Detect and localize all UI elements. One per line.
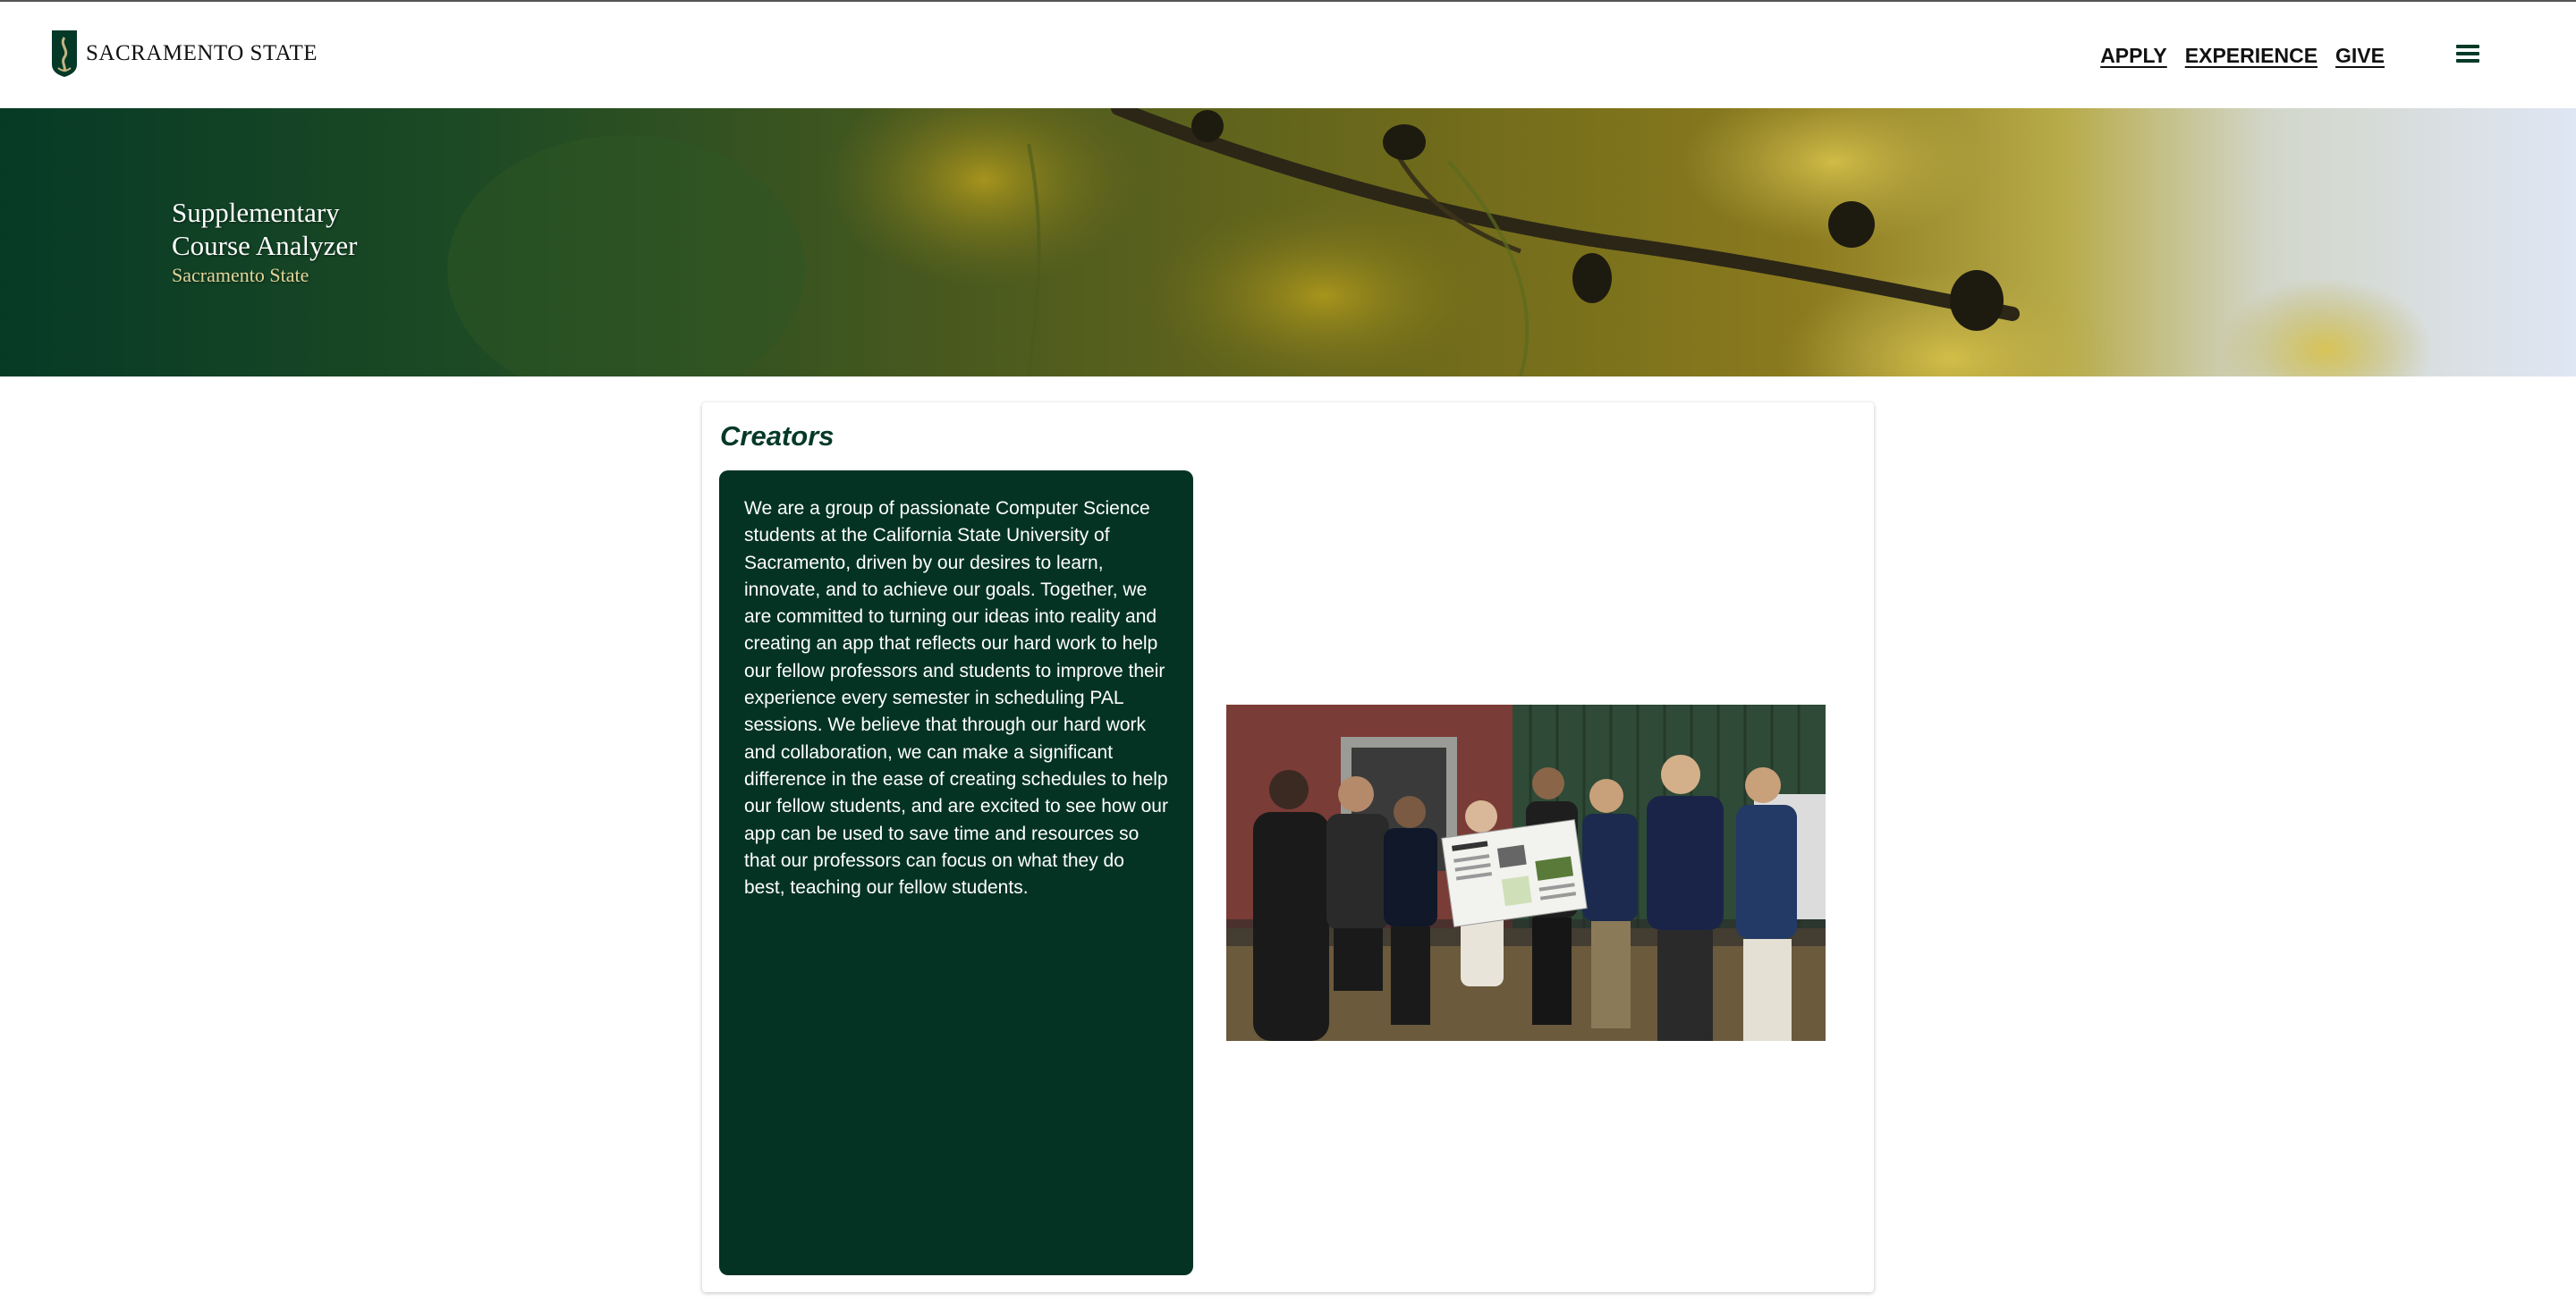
- sacramento-state-logo[interactable]: SACRAMENTO STATE: [50, 29, 318, 79]
- page-title: Supplementary Course Analyzer: [172, 197, 358, 261]
- hero-text: Supplementary Course Analyzer Sacramento…: [172, 196, 404, 287]
- hero-banner: Supplementary Course Analyzer Sacramento…: [0, 108, 2576, 376]
- creators-card: Creators We are a group of passionate Co…: [702, 402, 1874, 1292]
- team-photo: [1226, 705, 1826, 1041]
- top-nav: APPLY EXPERIENCE GIVE: [2100, 39, 2385, 72]
- page-subtitle: Sacramento State: [172, 264, 309, 286]
- team-photo-image: [1226, 705, 1826, 1041]
- nav-apply-link[interactable]: APPLY: [2100, 44, 2167, 68]
- logo-wordmark: SACRAMENTO STATE: [86, 41, 318, 65]
- site-header: SACRAMENTO STATE APPLY EXPERIENCE GIVE: [0, 2, 2576, 108]
- hornet-shield-icon: [52, 30, 77, 77]
- hamburger-menu-icon[interactable]: [2456, 45, 2479, 66]
- creators-heading: Creators: [720, 420, 835, 452]
- creators-description-panel: We are a group of passionate Computer Sc…: [719, 470, 1193, 1275]
- nav-give-link[interactable]: GIVE: [2335, 44, 2385, 68]
- nav-experience-link[interactable]: EXPERIENCE: [2185, 44, 2318, 68]
- creators-description: We are a group of passionate Computer Sc…: [744, 498, 1168, 899]
